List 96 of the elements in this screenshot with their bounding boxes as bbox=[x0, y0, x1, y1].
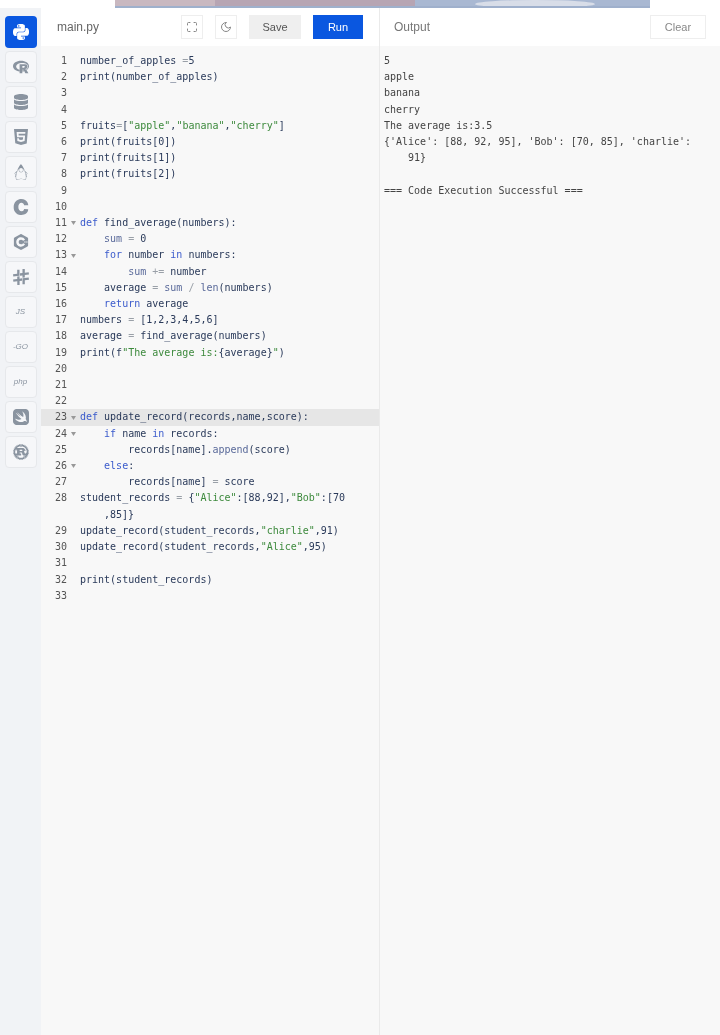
language-tab[interactable] bbox=[4, 436, 37, 468]
fullscreen-icon bbox=[186, 21, 198, 33]
python-icon bbox=[12, 24, 29, 40]
language-tab[interactable]: JS bbox=[4, 296, 37, 328]
line-number: 32 bbox=[53, 572, 67, 587]
code-line: print(number_of_apples) bbox=[80, 70, 219, 85]
line-number: 16 bbox=[53, 297, 67, 312]
line-number: 33 bbox=[53, 588, 67, 603]
language-tab[interactable] bbox=[4, 191, 37, 223]
line-number: 9 bbox=[59, 183, 67, 198]
language-tab[interactable] bbox=[4, 86, 37, 118]
output-line: apple bbox=[384, 70, 416, 85]
database-icon bbox=[12, 94, 29, 110]
line-number: 12 bbox=[53, 232, 67, 247]
code-line: def find_average(numbers): bbox=[80, 216, 237, 231]
code-line: average = sum / len(numbers) bbox=[103, 280, 273, 295]
line-number: 15 bbox=[53, 280, 67, 295]
line-number: 18 bbox=[53, 329, 67, 344]
code-line: def update_record(records,name,score): bbox=[80, 410, 309, 425]
code-line: student_records = {"Alice":[88,92],"Bob":[70 bbox=[80, 491, 345, 506]
code-line: records[name] = score bbox=[127, 475, 255, 490]
line-number: 25 bbox=[53, 442, 67, 457]
code-line: number_of_apples =5 bbox=[80, 54, 195, 69]
line-number: 20 bbox=[53, 361, 67, 376]
line-number: 27 bbox=[53, 475, 67, 490]
line-number: 7 bbox=[59, 151, 67, 166]
language-tab[interactable]: php bbox=[4, 366, 37, 398]
output-line: 5 bbox=[384, 54, 392, 68]
save-button[interactable]: Save bbox=[249, 15, 301, 39]
output-line: cherry bbox=[384, 102, 422, 117]
code-line: for number in numbers: bbox=[103, 248, 237, 263]
fullscreen-button[interactable] bbox=[181, 15, 203, 39]
line-number: 4 bbox=[59, 102, 67, 117]
csharp-icon bbox=[12, 269, 29, 285]
code-line: average = find_average(numbers) bbox=[80, 329, 267, 344]
line-number: 14 bbox=[53, 264, 67, 279]
run-button[interactable]: Run bbox=[313, 15, 363, 39]
output-line: 91} bbox=[407, 151, 428, 166]
code-line: sum = 0 bbox=[103, 232, 147, 247]
line-number: 22 bbox=[53, 394, 67, 409]
line-number: 11 bbox=[53, 216, 67, 231]
code-line: print(fruits[1]) bbox=[80, 151, 177, 166]
line-number: 21 bbox=[53, 378, 67, 393]
language-tab[interactable] bbox=[4, 401, 37, 433]
code-line: numbers = [1,2,3,4,5,6] bbox=[80, 313, 219, 328]
line-number: 26 bbox=[53, 459, 67, 474]
line-number: 31 bbox=[53, 556, 67, 571]
line-number: 28 bbox=[53, 491, 67, 506]
code-line: fruits=["apple","banana","cherry"] bbox=[80, 118, 285, 133]
line-number: 5 bbox=[59, 118, 67, 133]
output-title: Output bbox=[394, 19, 432, 36]
html-icon bbox=[12, 129, 29, 145]
file-name: main.py bbox=[57, 19, 101, 36]
line-number: 17 bbox=[53, 313, 67, 328]
code-line: update_record(student_records,"charlie",91) bbox=[80, 523, 339, 539]
clear-button[interactable]: Clear bbox=[650, 15, 706, 39]
line-number: 2 bbox=[59, 70, 67, 85]
theme-button[interactable] bbox=[215, 15, 237, 39]
line-number: 24 bbox=[53, 426, 67, 441]
output-line: The average is:3.5 bbox=[384, 118, 494, 133]
language-tab[interactable] bbox=[4, 261, 37, 293]
line-number: 30 bbox=[53, 540, 67, 555]
code-line: update_record(student_records,"Alice",95) bbox=[80, 540, 327, 555]
language-tab[interactable] bbox=[4, 121, 37, 153]
code-line: sum += number bbox=[127, 264, 207, 279]
r-icon bbox=[12, 59, 29, 75]
code-line: else: bbox=[103, 459, 135, 474]
swift-icon bbox=[12, 409, 29, 425]
line-number: 19 bbox=[53, 345, 67, 360]
line-number: 23 bbox=[53, 410, 67, 425]
code-line: if name in records: bbox=[103, 426, 219, 441]
code-line: print(fruits[0]) bbox=[80, 135, 177, 149]
cplusplus-icon bbox=[12, 234, 29, 250]
status-line: === Code Execution Successful === bbox=[384, 183, 584, 198]
code-line: return average bbox=[103, 297, 189, 312]
line-number: 10 bbox=[53, 199, 67, 214]
code-line: records[name].append(score) bbox=[127, 442, 291, 457]
language-tab[interactable] bbox=[4, 51, 37, 83]
rust-icon bbox=[12, 444, 29, 460]
line-number: 6 bbox=[59, 135, 67, 149]
c-icon bbox=[12, 199, 29, 215]
language-tab[interactable] bbox=[4, 226, 37, 258]
output-line: banana bbox=[384, 86, 422, 101]
output-line: {'Alice': [88, 92, 95], 'Bob': [70, 85], 'charlie': bbox=[384, 135, 693, 149]
code-line: print(fruits[2]) bbox=[80, 167, 177, 182]
code-line: print(f"The average is:{average}") bbox=[80, 345, 285, 360]
moon-icon bbox=[220, 21, 232, 33]
code-line: ,85]} bbox=[104, 507, 135, 522]
language-tab[interactable] bbox=[4, 16, 37, 48]
line-number: 8 bbox=[59, 167, 67, 182]
language-tab[interactable]: -GO bbox=[4, 331, 37, 363]
line-number: 1 bbox=[59, 54, 67, 68]
line-number: 29 bbox=[53, 523, 67, 538]
line-number: 3 bbox=[59, 86, 67, 101]
code-line: print(student_records) bbox=[80, 572, 213, 588]
line-number: 13 bbox=[53, 248, 67, 263]
